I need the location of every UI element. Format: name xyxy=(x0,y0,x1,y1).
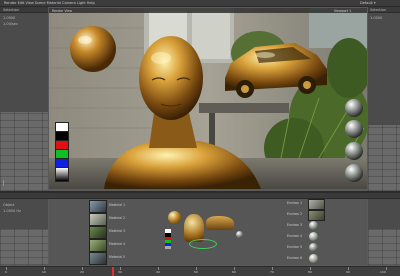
render-scene xyxy=(49,8,367,189)
env-thumbnail-1[interactable] xyxy=(308,199,325,210)
swatch-black[interactable] xyxy=(56,132,68,140)
axis-y-icon xyxy=(3,180,4,186)
preview-chrome-ball[interactable] xyxy=(236,231,243,238)
timeline-tick-label: 60 xyxy=(232,270,236,274)
left-panel-title: Selection xyxy=(3,7,20,12)
timeline-tick xyxy=(386,267,387,270)
preview-swatch-strip xyxy=(165,229,171,249)
thumbnail-material-2[interactable] xyxy=(89,213,107,226)
swatch-gray-gradient[interactable] xyxy=(56,168,68,181)
env-ball-3[interactable] xyxy=(309,243,318,252)
thumbnail-label: Material 3 xyxy=(109,229,125,233)
timeline-tick-label: 50 xyxy=(194,270,198,274)
swatch-green[interactable] xyxy=(56,150,68,158)
color-swatch-strip xyxy=(55,122,69,182)
bottom-left-grid xyxy=(0,229,48,265)
swatch-white[interactable] xyxy=(56,123,68,131)
env-ball-2[interactable] xyxy=(309,232,318,241)
env-ball-4[interactable] xyxy=(309,254,318,263)
swatch-red[interactable] xyxy=(56,141,68,149)
timeline-tick-label: 90 xyxy=(346,270,350,274)
preview-gold-car[interactable] xyxy=(206,216,234,230)
viewport-toolbar: Render View Viewport 1 xyxy=(49,8,367,13)
env-label: Environ 1 xyxy=(287,201,303,205)
menu-items[interactable]: Render Edit View Scene Material Camera L… xyxy=(4,1,95,5)
env-label: Environ 5 xyxy=(287,245,303,249)
right-grid-floor xyxy=(368,125,400,191)
bottom-left-panel: Object 1.0000 Hz xyxy=(0,199,48,265)
right-panel-title: Selection xyxy=(370,7,387,12)
env-ball-1[interactable] xyxy=(309,221,318,230)
material-browser: Material 1 Material 2 Material 3 Materia… xyxy=(49,199,367,265)
left-field-2[interactable]: 1.00/sec xyxy=(3,22,18,26)
bottom-right-panel xyxy=(368,199,400,265)
timeline-tick-label: 0 xyxy=(5,270,7,274)
env-label: Environ 3 xyxy=(287,223,303,227)
viewport-title: Render View xyxy=(52,8,72,13)
env-label: Environ 2 xyxy=(287,212,303,216)
timeline-tick-label: 10 xyxy=(42,270,46,274)
left-panel-header: Selection xyxy=(0,7,48,13)
timeline-tick-label: 40 xyxy=(156,270,160,274)
viewport-selector[interactable]: Viewport 1 xyxy=(334,9,351,13)
gizmo-ring[interactable] xyxy=(189,239,217,249)
timeline-tick-label: 70 xyxy=(270,270,274,274)
thumbnail-label: Material 1 xyxy=(109,203,125,207)
preview-gold-sphere[interactable] xyxy=(168,211,181,224)
thumbnail-label: Material 5 xyxy=(109,255,125,259)
thumbnail-material-4[interactable] xyxy=(89,239,107,252)
timeline-tick-label: 80 xyxy=(308,270,312,274)
right-panel: Selection 1.0000 xyxy=(368,7,400,191)
thumbnail-material-1[interactable] xyxy=(89,200,107,213)
thumbnail-label: Material 4 xyxy=(109,242,125,246)
preview-gold-bust[interactable] xyxy=(184,214,204,242)
thumbnail-material-3[interactable] xyxy=(89,226,107,239)
bottom-left-field[interactable]: Object xyxy=(3,203,14,207)
env-label: Environ 4 xyxy=(287,234,303,238)
right-field-1[interactable]: 1.0000 xyxy=(370,16,382,20)
workspace-select[interactable]: Default ▾ xyxy=(360,1,376,5)
right-panel-header: Selection xyxy=(368,7,400,13)
left-panel: Selection 1.0000 1.00/sec xyxy=(0,7,48,191)
thumbnail-material-5[interactable] xyxy=(89,252,107,265)
render-viewport[interactable] xyxy=(49,8,367,189)
left-field-1[interactable]: 1.0000 xyxy=(3,16,15,20)
env-label: Environ 6 xyxy=(287,256,303,260)
menu-bar: Render Edit View Scene Material Camera L… xyxy=(0,0,400,7)
left-grid-floor xyxy=(0,112,48,191)
timeline-tick-label: 100 xyxy=(380,270,386,274)
bottom-right-grid xyxy=(368,229,400,265)
bottom-left-value[interactable]: 1.0000 Hz xyxy=(3,209,21,213)
env-thumbnail-2[interactable] xyxy=(308,210,325,221)
timeline-tick-label: 30 xyxy=(118,270,122,274)
swatch-blue[interactable] xyxy=(56,159,68,167)
thumbnail-label: Material 2 xyxy=(109,216,125,220)
timeline-tick-label: 20 xyxy=(80,270,84,274)
